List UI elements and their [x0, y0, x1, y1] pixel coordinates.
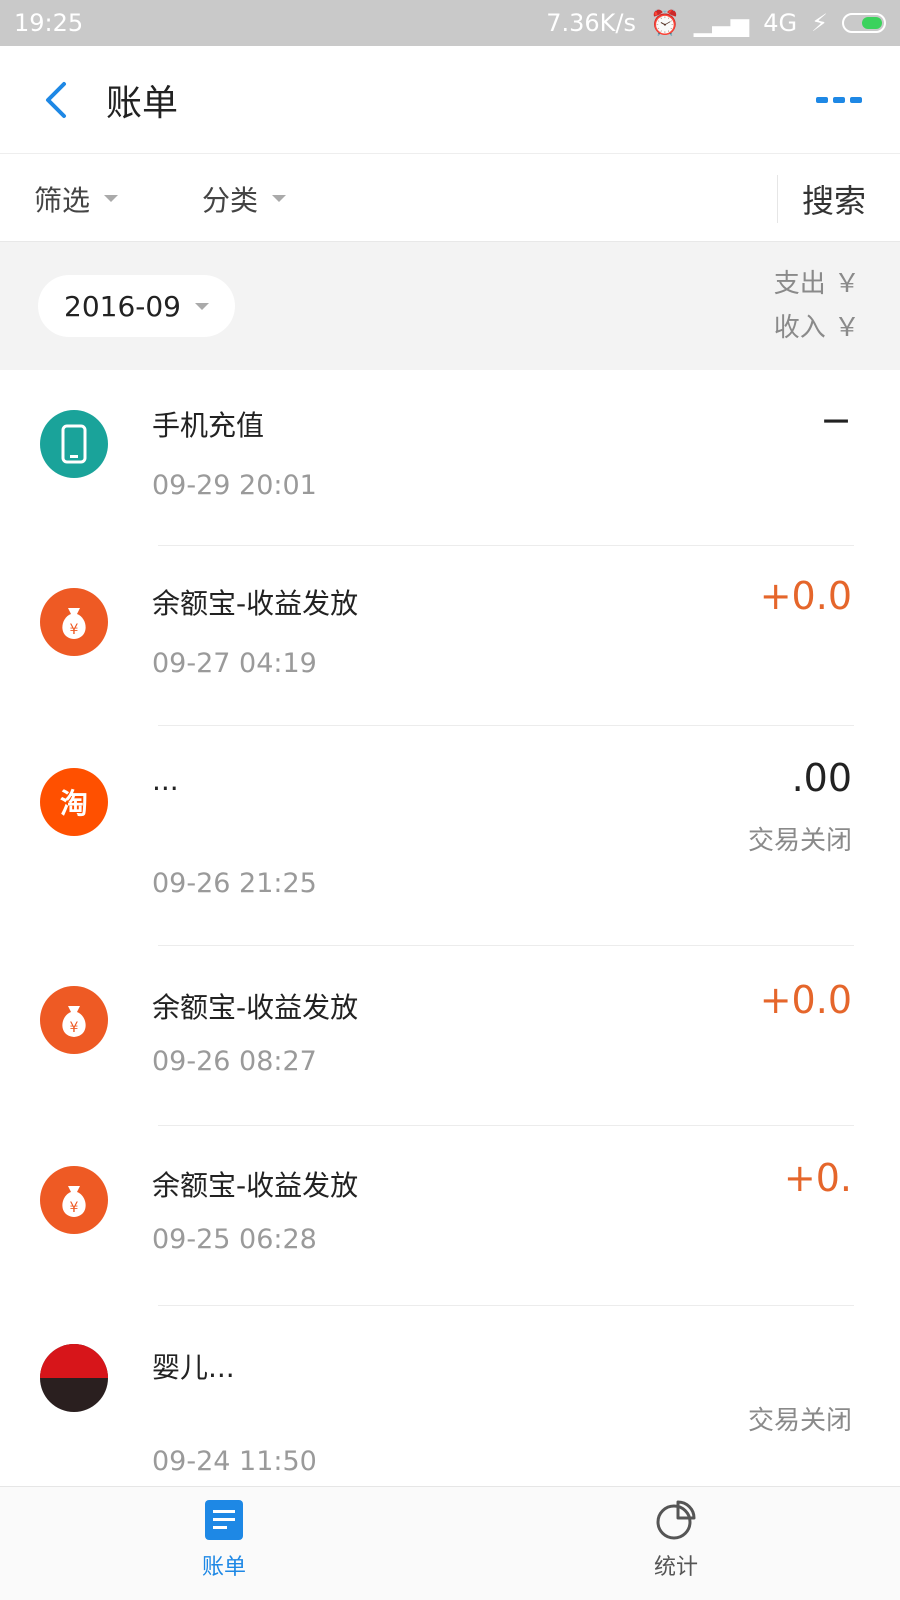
tmall-icon	[40, 1344, 108, 1412]
month-label: 2016-09	[64, 289, 181, 323]
transaction-time: 09-24 11:50	[152, 1446, 317, 1477]
transaction-row[interactable]: ¥ 余额宝-收益发放 09-25 06:28 +0.	[0, 1126, 900, 1306]
money-bag-icon: ¥	[40, 588, 108, 656]
transaction-title: 婴儿...	[152, 1351, 235, 1384]
caret-down-icon	[272, 195, 287, 202]
status-bar: 19:25 7.36K/s ⏰ ▁▃▅ 4G ⚡	[0, 0, 900, 46]
page-title: 账单	[106, 82, 179, 124]
search-button[interactable]: 搜索	[776, 174, 900, 223]
svg-text:¥: ¥	[70, 1020, 79, 1036]
transaction-row[interactable]: 婴儿... 09-24 11:50 交易关闭	[0, 1306, 900, 1486]
filter-dropdown[interactable]: 筛选	[34, 179, 119, 219]
transaction-time: 09-26 08:27	[152, 1046, 317, 1077]
category-dropdown[interactable]: 分类	[202, 179, 287, 219]
bill-list-icon	[205, 1500, 243, 1540]
transaction-title: 手机充值	[152, 409, 265, 442]
status-time: 19:25	[14, 9, 84, 37]
phone-icon	[40, 410, 108, 478]
month-summary: 2016-09 支出 ￥ 收入 ￥	[0, 242, 900, 370]
back-icon[interactable]	[36, 80, 76, 120]
status-indicators: 7.36K/s ⏰ ▁▃▅ 4G ⚡	[546, 9, 886, 37]
transaction-status: 交易关闭	[747, 826, 852, 856]
transaction-row[interactable]: ¥ 余额宝-收益发放 09-26 08:27 +0.0	[0, 946, 900, 1126]
summary-totals: 支出 ￥ 收入 ￥	[774, 262, 860, 350]
filter-label: 筛选	[34, 183, 91, 217]
alarm-icon: ⏰	[650, 9, 680, 37]
transaction-title: 余额宝-收益发放	[152, 991, 359, 1024]
pie-chart-icon	[656, 1500, 696, 1540]
charging-icon: ⚡	[811, 9, 828, 37]
bottom-tab-bar: 账单 统计	[0, 1486, 900, 1600]
transaction-time: 09-27 04:19	[152, 648, 317, 679]
money-bag-icon: ¥	[40, 1166, 108, 1234]
transaction-amount: −	[820, 398, 852, 442]
battery-icon	[842, 13, 886, 33]
month-selector[interactable]: 2016-09	[38, 275, 235, 337]
transaction-title: 余额宝-收益发放	[152, 1169, 359, 1202]
transaction-amount: +0.0	[759, 978, 852, 1022]
expense-total: 支出 ￥	[773, 269, 860, 299]
tab-bill[interactable]: 账单	[164, 1499, 284, 1581]
transaction-time: 09-29 20:01	[152, 470, 317, 501]
tab-stats-label: 统计	[653, 1555, 698, 1580]
transaction-title: ...	[152, 764, 179, 797]
transaction-title: 余额宝-收益发放	[152, 587, 359, 620]
nav-bar: 账单	[0, 46, 900, 154]
network-speed: 7.36K/s	[546, 9, 636, 37]
transaction-time: 09-25 06:28	[152, 1224, 317, 1255]
filter-bar: 筛选 分类 搜索	[0, 156, 900, 242]
transaction-amount: +0.0	[759, 574, 852, 618]
tab-stats[interactable]: 统计	[616, 1499, 736, 1581]
transaction-row[interactable]: ¥ 余额宝-收益发放 09-27 04:19 +0.0	[0, 546, 900, 726]
caret-down-icon	[104, 195, 119, 202]
transaction-status: 交易关闭	[747, 1406, 852, 1436]
category-label: 分类	[202, 183, 259, 217]
transaction-row[interactable]: 手机充值 09-29 20:01 −	[0, 370, 900, 546]
caret-down-icon	[195, 302, 209, 310]
svg-text:¥: ¥	[70, 1200, 79, 1216]
signal-icon: ▁▃▅	[693, 9, 750, 37]
more-icon[interactable]	[816, 96, 862, 103]
svg-text:¥: ¥	[70, 622, 79, 638]
tab-bill-label: 账单	[201, 1555, 246, 1580]
income-total: 收入 ￥	[773, 313, 860, 343]
network-type: 4G	[763, 9, 798, 37]
taobao-icon: 淘	[40, 768, 108, 836]
transaction-time: 09-26 21:25	[152, 868, 317, 899]
transaction-amount: +0.	[783, 1156, 852, 1200]
transaction-row[interactable]: 淘 ... 09-26 21:25 .00 交易关闭	[0, 726, 900, 946]
transaction-amount: .00	[791, 756, 852, 800]
transaction-list: 手机充值 09-29 20:01 − ¥ 余额宝-收益发放 09-27 04:1…	[0, 370, 900, 1486]
money-bag-icon: ¥	[40, 986, 108, 1054]
